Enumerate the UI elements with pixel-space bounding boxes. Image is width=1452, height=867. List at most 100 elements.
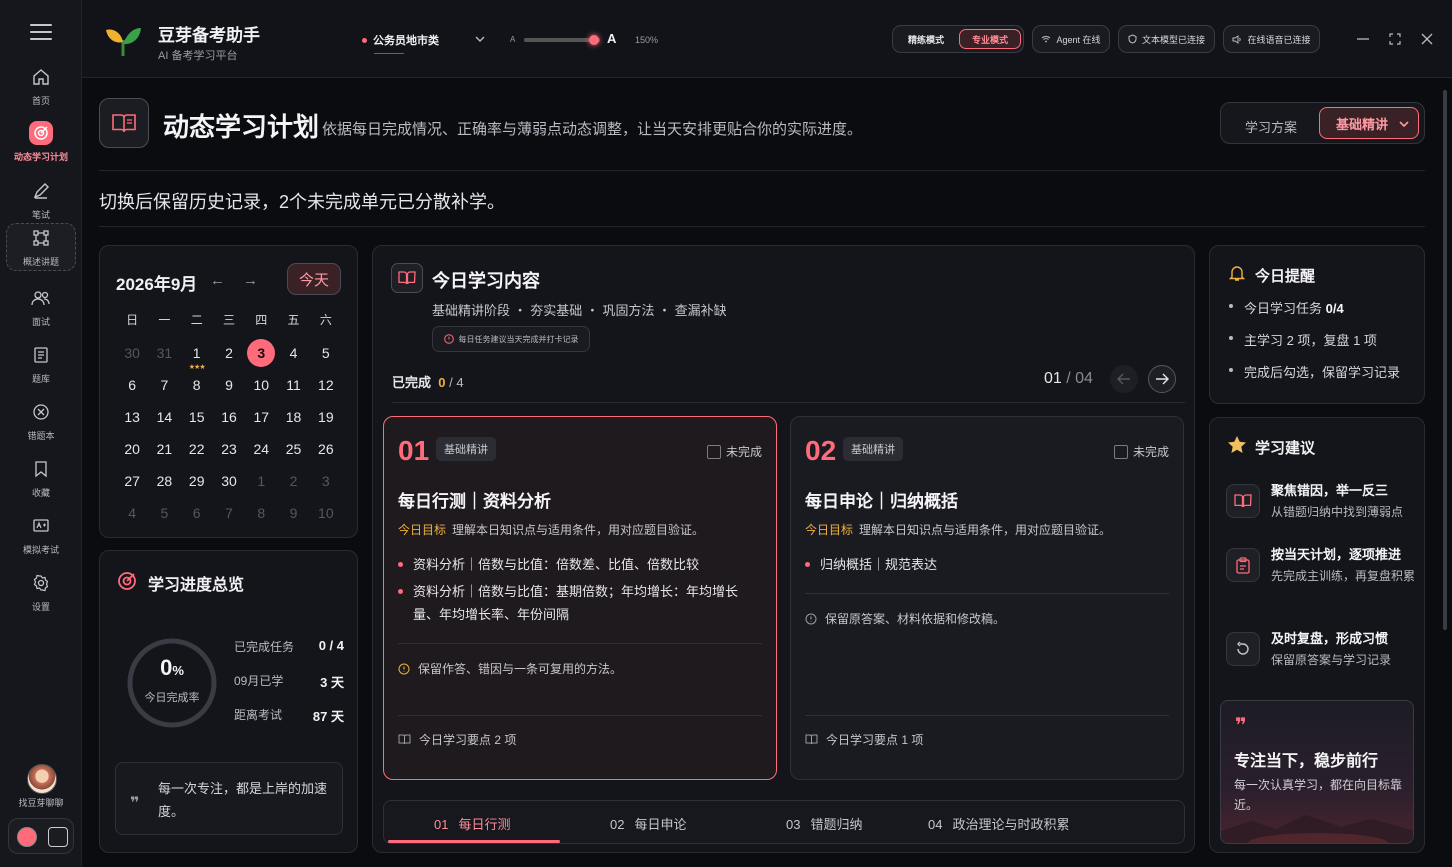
- calendar-day[interactable]: 21: [148, 433, 180, 465]
- book-icon: [29, 343, 53, 367]
- arrow-left-icon[interactable]: ←: [210, 272, 225, 289]
- calendar-day[interactable]: 6: [181, 497, 213, 529]
- sidebar-item-written[interactable]: 笔试: [6, 176, 76, 224]
- tab-mistakes[interactable]: 03 错题归纳: [786, 814, 862, 833]
- calendar-day[interactable]: 10: [310, 497, 342, 529]
- voice-status-badge[interactable]: 在线语音已连接: [1223, 25, 1320, 53]
- exam-type-select[interactable]: 公务员地市类: [362, 31, 486, 54]
- calendar-day[interactable]: 24: [245, 433, 277, 465]
- arrow-right-icon[interactable]: →: [243, 272, 258, 289]
- calendar-week: 30 31 1 ★★★ 2 3 4 5: [116, 337, 342, 371]
- theme-dark-button[interactable]: [48, 827, 68, 847]
- sidebar-item-settings[interactable]: 设置: [6, 568, 76, 616]
- task-card[interactable]: 01 基础精讲 未完成 每日行测｜资料分析 今日目标 理解本日知识点与适用条件，用…: [383, 416, 777, 780]
- calendar-week: 6 7 8 9 10 11 12: [116, 369, 342, 401]
- tab-daily-xingce[interactable]: 01 每日行测: [434, 814, 510, 833]
- suggestion-panel: 学习建议 聚焦错因，举一反三 从错题归纳中找到薄弱点 按当天计划，逐项推进 先完…: [1209, 417, 1425, 853]
- calendar-day[interactable]: 23: [213, 433, 245, 465]
- weekday-label: 六: [319, 312, 332, 327]
- text-model-status-text: 文本模型已连接: [1141, 34, 1205, 45]
- calendar-day[interactable]: 30: [116, 337, 148, 369]
- calendar-day[interactable]: 7: [148, 369, 180, 401]
- calendar-day[interactable]: 9: [277, 497, 309, 529]
- slider-knob[interactable]: [589, 35, 599, 45]
- calendar-day[interactable]: 28: [148, 465, 180, 497]
- calendar-day[interactable]: 18: [277, 401, 309, 433]
- sidebar-item-overview[interactable]: 概述讲题: [6, 223, 76, 271]
- calendar-day[interactable]: 16: [213, 401, 245, 433]
- calendar-day[interactable]: 31: [148, 337, 180, 369]
- calendar-day[interactable]: 8: [181, 369, 213, 401]
- calendar-day[interactable]: 3: [245, 337, 277, 369]
- calendar-day[interactable]: 4: [277, 337, 309, 369]
- page-scrollbar[interactable]: [1443, 90, 1447, 630]
- day-number: 25: [285, 441, 302, 457]
- mode-practice-button[interactable]: 精练模式: [897, 29, 955, 49]
- plan-select[interactable]: 基础精讲: [1319, 107, 1419, 139]
- sidebar-item-favorites[interactable]: 收藏: [6, 454, 76, 502]
- calendar-day[interactable]: 13: [116, 401, 148, 433]
- calendar-day[interactable]: 7: [213, 497, 245, 529]
- maximize-icon[interactable]: [1386, 30, 1404, 48]
- calendar-day[interactable]: 2: [277, 465, 309, 497]
- theme-red-button[interactable]: [17, 827, 37, 847]
- avatar[interactable]: [27, 764, 57, 794]
- next-page-button[interactable]: [1148, 365, 1176, 393]
- complete-checkbox[interactable]: 未完成: [706, 443, 762, 460]
- complete-checkbox[interactable]: 未完成: [1113, 443, 1169, 460]
- calendar-day[interactable]: 2: [213, 337, 245, 369]
- calendar-day[interactable]: 4: [116, 497, 148, 529]
- calendar-day[interactable]: 17: [245, 401, 277, 433]
- suggestion-desc: 从错题归纳中找到薄弱点: [1271, 505, 1404, 519]
- sidebar-item-mistakes[interactable]: 错题本: [6, 397, 76, 445]
- calendar-day[interactable]: 26: [310, 433, 342, 465]
- mode-pro-button[interactable]: 专业模式: [959, 29, 1021, 49]
- calendar-day[interactable]: 8: [245, 497, 277, 529]
- sidebar-item-mock-exam[interactable]: 模拟考试: [6, 511, 76, 559]
- task-title: 每日行测｜资料分析: [398, 492, 551, 511]
- pager-total: / 04: [1066, 370, 1093, 387]
- sidebar-item-label: 错题本: [27, 431, 55, 441]
- calendar-day[interactable]: 14: [148, 401, 180, 433]
- calendar-day[interactable]: 30: [213, 465, 245, 497]
- today-button[interactable]: 今天: [287, 263, 341, 295]
- calendar-day[interactable]: 3: [310, 465, 342, 497]
- today-content-panel: 今日学习内容 基础精讲阶段 ・ 夯实基础 ・ 巩固方法 ・ 查漏补缺 每日任务建…: [372, 245, 1195, 853]
- calendar-day[interactable]: 15: [181, 401, 213, 433]
- calendar-day[interactable]: 19: [310, 401, 342, 433]
- calendar-day[interactable]: 5: [310, 337, 342, 369]
- calendar-day[interactable]: 20: [116, 433, 148, 465]
- sidebar-item-interview[interactable]: 面试: [6, 283, 76, 331]
- pen-icon: [29, 179, 53, 203]
- day-number: 11: [286, 377, 301, 393]
- calendar-day[interactable]: 22: [181, 433, 213, 465]
- prev-page-button[interactable]: [1110, 365, 1138, 393]
- sidebar-item-question-bank[interactable]: 题库: [6, 340, 76, 388]
- info-icon: [398, 663, 410, 674]
- calendar-day[interactable]: 5: [148, 497, 180, 529]
- sidebar-item-dynamic-plan[interactable]: 动态学习计划: [6, 118, 76, 166]
- calendar-day[interactable]: 10: [245, 369, 277, 401]
- font-size-slider[interactable]: [524, 35, 600, 45]
- tab-politics[interactable]: 04 政治理论与时政积累: [928, 814, 1069, 833]
- task-card[interactable]: 02 基础精讲 未完成 每日申论｜归纳概括 今日目标 理解本日知识点与适用条件，用…: [790, 416, 1184, 780]
- calendar-day[interactable]: 9: [213, 369, 245, 401]
- close-icon[interactable]: [1418, 30, 1436, 48]
- calendar-day[interactable]: 25: [277, 433, 309, 465]
- note-text: 保留原答案、材料依据和修改稿。: [825, 612, 1006, 626]
- calendar-day[interactable]: 1: [245, 465, 277, 497]
- calendar-day[interactable]: 29: [181, 465, 213, 497]
- calendar-day[interactable]: 1 ★★★: [181, 337, 213, 371]
- menu-icon[interactable]: [30, 23, 52, 41]
- chat-label[interactable]: 找豆芽聊聊: [0, 796, 82, 809]
- calendar-day[interactable]: 12: [310, 369, 342, 401]
- info-icon: [805, 613, 817, 624]
- agent-status-badge[interactable]: Agent 在线: [1032, 25, 1110, 53]
- sidebar-item-home[interactable]: 首页: [6, 62, 76, 110]
- calendar-day[interactable]: 27: [116, 465, 148, 497]
- minimize-icon[interactable]: [1354, 30, 1372, 48]
- text-model-status-badge[interactable]: 文本模型已连接: [1118, 25, 1215, 53]
- tab-daily-shenlun[interactable]: 02 每日申论: [610, 814, 686, 833]
- calendar-day[interactable]: 6: [116, 369, 148, 401]
- calendar-day[interactable]: 11: [277, 369, 309, 401]
